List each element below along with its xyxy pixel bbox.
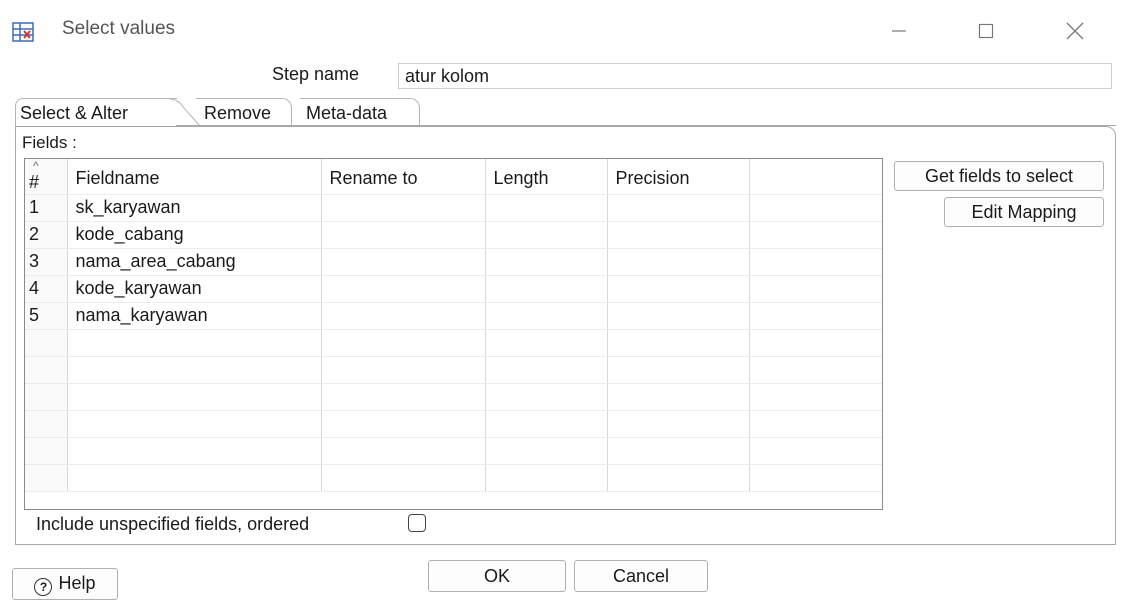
close-icon [1066, 22, 1084, 40]
maximize-icon [978, 23, 994, 39]
help-label: Help [58, 572, 96, 593]
cell-fieldname[interactable]: kode_cabang [67, 221, 322, 249]
get-fields-button[interactable]: Get fields to select [894, 161, 1104, 191]
column-header-empty[interactable] [749, 159, 882, 195]
row-index: 5 [25, 302, 68, 330]
cell-rename-to[interactable] [321, 275, 486, 303]
cell-extra[interactable] [749, 194, 882, 222]
ok-button[interactable]: OK [428, 560, 566, 592]
maximize-button[interactable] [963, 10, 1009, 52]
cell-fieldname[interactable]: nama_area_cabang [67, 248, 322, 276]
cell-precision[interactable] [607, 221, 750, 249]
cell-rename-to[interactable] [321, 248, 486, 276]
cancel-button[interactable]: Cancel [574, 560, 708, 592]
cell-length[interactable] [485, 302, 608, 330]
table-row[interactable]: 1 sk_karyawan [25, 194, 882, 222]
tab-select-alter[interactable]: Select & Alter [15, 98, 177, 126]
cell-precision[interactable] [607, 302, 750, 330]
cell-length[interactable] [485, 275, 608, 303]
cell-precision[interactable] [607, 275, 750, 303]
step-name-input[interactable] [398, 63, 1112, 89]
cell-fieldname[interactable]: sk_karyawan [67, 194, 322, 222]
cell-fieldname[interactable]: kode_karyawan [67, 275, 322, 303]
empty-table-row[interactable] [25, 410, 882, 438]
select-values-app-icon [12, 22, 34, 42]
cell-rename-to[interactable] [321, 194, 486, 222]
empty-table-row[interactable] [25, 464, 882, 492]
empty-table-row[interactable] [25, 356, 882, 384]
minimize-icon [892, 30, 906, 32]
column-header-precision[interactable]: Precision [607, 159, 750, 195]
column-header-label: # [29, 171, 40, 192]
empty-table-row[interactable] [25, 383, 882, 411]
empty-table-row[interactable] [25, 437, 882, 465]
close-button[interactable] [1052, 10, 1098, 52]
fields-table[interactable]: ^ # Fieldname Rename to Length Precision… [24, 158, 883, 510]
fields-label: Fields : [22, 133, 77, 152]
empty-table-row[interactable] [25, 329, 882, 357]
cell-extra[interactable] [749, 302, 882, 330]
table-row[interactable]: 2 kode_cabang [25, 221, 882, 249]
help-button[interactable]: ? Help [12, 568, 118, 600]
title-bar: Select values [0, 0, 1126, 58]
tab-remove[interactable]: Remove [196, 98, 292, 126]
cell-extra[interactable] [749, 248, 882, 276]
column-header-rename-to[interactable]: Rename to [321, 159, 486, 195]
cell-rename-to[interactable] [321, 302, 486, 330]
column-header-fieldname[interactable]: Fieldname [67, 159, 322, 195]
cell-fieldname[interactable]: nama_karyawan [67, 302, 322, 330]
step-name-label: Step name [272, 64, 360, 84]
edit-mapping-button[interactable]: Edit Mapping [944, 197, 1104, 227]
cell-extra[interactable] [749, 275, 882, 303]
sort-indicator-icon: ^ [33, 159, 39, 173]
column-header-length[interactable]: Length [485, 159, 608, 195]
table-row[interactable]: 5 nama_karyawan [25, 302, 882, 330]
window-title: Select values [62, 18, 176, 39]
cell-rename-to[interactable] [321, 221, 486, 249]
tab-meta-data[interactable]: Meta-data [300, 98, 420, 126]
row-index: 2 [25, 221, 68, 249]
table-row[interactable]: 3 nama_area_cabang [25, 248, 882, 276]
cell-length[interactable] [485, 248, 608, 276]
table-header-row: ^ # Fieldname Rename to Length Precision [25, 159, 882, 195]
column-header-index[interactable]: ^ # [25, 159, 68, 195]
include-unspecified-checkbox[interactable] [408, 514, 426, 532]
row-index: 4 [25, 275, 68, 303]
cell-length[interactable] [485, 221, 608, 249]
cell-length[interactable] [485, 194, 608, 222]
help-icon: ? [34, 577, 53, 596]
minimize-button[interactable] [876, 10, 922, 52]
table-row[interactable]: 4 kode_karyawan [25, 275, 882, 303]
cell-precision[interactable] [607, 248, 750, 276]
row-index: 1 [25, 194, 68, 222]
include-unspecified-label: Include unspecified fields, ordered [36, 514, 310, 534]
row-index: 3 [25, 248, 68, 276]
cell-extra[interactable] [749, 221, 882, 249]
tab-baseline [176, 125, 1116, 126]
cell-precision[interactable] [607, 194, 750, 222]
